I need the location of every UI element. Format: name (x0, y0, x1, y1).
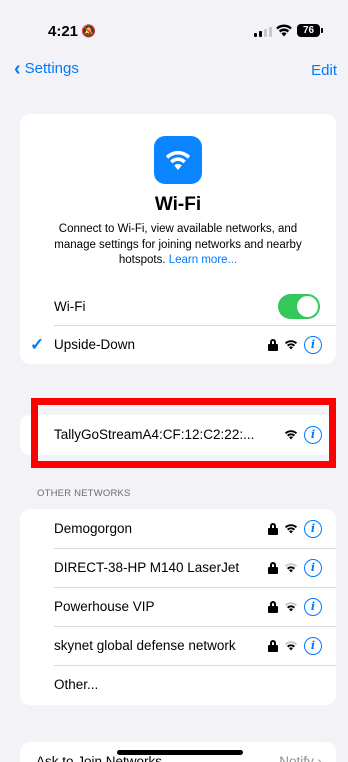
ask-to-join-label: Ask to Join Networks (36, 754, 163, 762)
page-title: Wi-Fi (154, 194, 202, 215)
network-name: DIRECT-38-HP M140 LaserJet (54, 560, 240, 575)
info-icon[interactable]: i (304, 636, 322, 655)
lock-icon (268, 338, 278, 351)
network-icons: i (268, 519, 322, 538)
wifi-toggle-label: Wi-Fi (54, 299, 86, 314)
info-icon[interactable]: i (304, 597, 322, 616)
status-bar: 4:21 🔕 76 (0, 0, 348, 56)
network-icons: i (268, 597, 322, 616)
back-label: Settings (24, 60, 79, 77)
info-icon[interactable]: i (304, 558, 322, 577)
wifi-toggle-row: Wi-Fi (20, 287, 336, 326)
network-row-demogorgon[interactable]: Demogorgon i (20, 509, 336, 548)
cellular-signal-icon (254, 27, 272, 37)
other-networks-header: OTHER NETWORKS (37, 488, 131, 499)
highlight-box (31, 398, 336, 468)
network-icons: i (268, 636, 322, 655)
other-networks-card: Demogorgon i DIRECT-38-HP M140 LaserJet … (20, 509, 336, 705)
network-row-direct-38[interactable]: DIRECT-38-HP M140 LaserJet i (20, 548, 336, 587)
ask-to-join-value-text: Notify (279, 754, 314, 762)
wifi-signal-icon (284, 563, 298, 573)
learn-more-link[interactable]: Learn more... (169, 254, 237, 266)
connected-network-name: Upside-Down (54, 337, 136, 352)
wifi-signal-icon (284, 641, 298, 651)
edit-button[interactable]: Edit (311, 62, 337, 79)
other-network-row[interactable]: Other... (20, 665, 336, 704)
lock-icon (268, 522, 278, 535)
wifi-signal-icon (284, 340, 298, 350)
network-name: Demogorgon (54, 521, 133, 536)
wifi-header-card: Wi-Fi Connect to Wi-Fi, view available n… (20, 114, 336, 364)
lock-icon (268, 600, 278, 613)
wifi-signal-icon (284, 524, 298, 534)
network-row-skynet[interactable]: skynet global defense network i (20, 626, 336, 665)
status-time: 4:21 (48, 23, 79, 40)
battery-indicator: 76 (297, 24, 323, 37)
wifi-signal-icon (284, 602, 298, 612)
info-icon[interactable]: i (304, 519, 322, 538)
silent-bell-icon: 🔕 (81, 24, 96, 38)
network-icons: i (268, 558, 322, 577)
network-name: skynet global defense network (54, 638, 236, 653)
wifi-description: Connect to Wi-Fi, view available network… (38, 222, 318, 269)
network-name: Powerhouse VIP (54, 599, 155, 614)
battery-level: 76 (302, 25, 315, 36)
network-row-powerhouse[interactable]: Powerhouse VIP i (20, 587, 336, 626)
back-button[interactable]: ‹ Settings (14, 57, 79, 80)
network-icons: i (268, 335, 322, 354)
ask-to-join-value: Notify › (279, 754, 322, 762)
wifi-status-icon (276, 24, 292, 37)
lock-icon (268, 561, 278, 574)
wifi-toggle-switch[interactable] (278, 294, 320, 319)
chevron-left-icon: ‹ (14, 57, 21, 80)
lock-icon (268, 639, 278, 652)
checkmark-icon: ✓ (30, 334, 45, 354)
home-indicator (117, 750, 243, 755)
connected-network-row[interactable]: ✓ Upside-Down i (20, 325, 336, 364)
wifi-app-icon (154, 136, 202, 184)
info-icon[interactable]: i (304, 335, 322, 354)
other-network-label: Other... (54, 677, 99, 692)
navigation-bar: ‹ Settings Edit (0, 56, 348, 86)
